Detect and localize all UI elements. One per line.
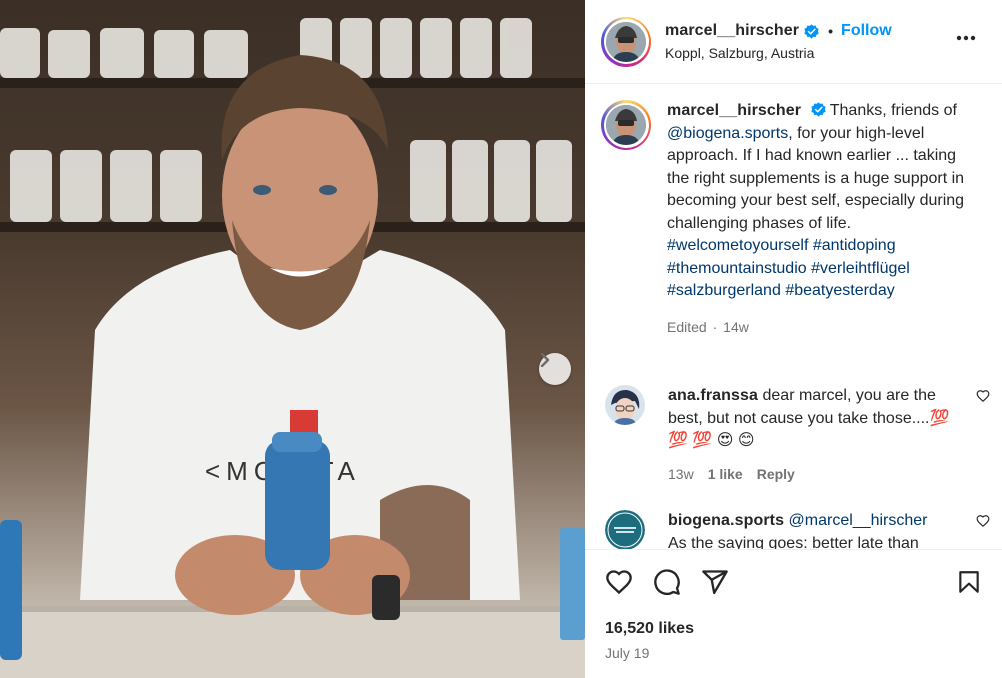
- caption-hashtags: #welcometoyourself #antidoping #themount…: [667, 235, 967, 303]
- carousel-next-button[interactable]: [539, 353, 571, 385]
- comment: ana.franssa dear marcel, you are the bes…: [605, 385, 990, 485]
- comment-body: ana.franssa dear marcel, you are the bes…: [668, 385, 958, 485]
- comment-icon[interactable]: [653, 568, 681, 596]
- commenter-avatar[interactable]: [605, 510, 645, 549]
- follow-button[interactable]: Follow: [841, 22, 892, 40]
- verified-badge-icon: [810, 102, 826, 117]
- hashtag[interactable]: #salzburgerland: [667, 282, 781, 299]
- post-date[interactable]: July 19: [605, 645, 649, 661]
- share-icon[interactable]: [701, 568, 729, 596]
- caption-age[interactable]: 14w: [723, 319, 749, 335]
- comment-like-heart-icon[interactable]: [976, 389, 990, 408]
- caption-text-1: Thanks, friends of: [825, 102, 957, 119]
- hashtag[interactable]: #themountainstudio: [667, 260, 807, 277]
- post-photo-illustration: <MOU TA: [0, 18, 585, 678]
- verified-badge-icon: [804, 23, 819, 39]
- hashtag[interactable]: #welcometoyourself: [667, 237, 808, 254]
- comment: biogena.sports @marcel__hirscher As the …: [605, 510, 990, 549]
- caption-mention[interactable]: @biogena.sports: [667, 125, 788, 142]
- comment-text: As the saying goes: better late than: [668, 534, 919, 550]
- header-separator: •: [828, 23, 834, 39]
- avatar-photo: [605, 510, 645, 549]
- post-actions: 16,520 likes July 19: [585, 549, 1002, 678]
- hashtag[interactable]: #antidoping: [813, 237, 896, 254]
- post-header: marcel__hirscher • Follow Koppl, Salzbur…: [585, 0, 1002, 84]
- heart-icon[interactable]: [605, 568, 633, 596]
- caption-avatar[interactable]: [601, 100, 651, 150]
- avatar-photo: [605, 385, 645, 425]
- comments-section[interactable]: marcel__hirscher Thanks, friends of @bio…: [585, 85, 1002, 549]
- caption-meta: Edited · 14w: [667, 316, 967, 339]
- avatar-photo: [606, 21, 646, 62]
- comment-body: biogena.sports @marcel__hirscher As the …: [668, 510, 958, 549]
- comment-like-heart-icon[interactable]: [976, 514, 990, 533]
- likes-count[interactable]: 16,520 likes: [605, 620, 694, 638]
- comment-age[interactable]: 13w: [668, 463, 694, 486]
- commenter-avatar[interactable]: [605, 385, 645, 425]
- meta-separator: ·: [712, 318, 718, 335]
- comment-likes[interactable]: 1 like: [708, 463, 743, 486]
- chevron-right-icon: [540, 353, 550, 367]
- post-image: <MOU TA: [0, 0, 585, 678]
- reply-button[interactable]: Reply: [757, 463, 795, 486]
- post-location[interactable]: Koppl, Salzburg, Austria: [665, 45, 892, 61]
- post-panel: marcel__hirscher • Follow Koppl, Salzbur…: [585, 0, 1002, 678]
- commenter-username[interactable]: biogena.sports: [668, 512, 784, 529]
- caption-username[interactable]: marcel__hirscher: [667, 102, 801, 119]
- avatar-photo: [606, 105, 646, 145]
- caption: marcel__hirscher Thanks, friends of @bio…: [601, 100, 991, 338]
- commenter-username[interactable]: ana.franssa: [668, 387, 758, 404]
- edited-label: Edited: [667, 318, 707, 335]
- comment-meta: 13w 1 like Reply: [668, 463, 958, 486]
- comment-mention[interactable]: @marcel__hirscher: [789, 512, 928, 529]
- author-username[interactable]: marcel__hirscher: [665, 22, 799, 40]
- author-avatar[interactable]: [601, 16, 651, 67]
- bookmark-icon[interactable]: [956, 568, 982, 601]
- caption-text: marcel__hirscher Thanks, friends of @bio…: [667, 100, 967, 338]
- hashtag[interactable]: #beatyesterday: [785, 282, 894, 299]
- hashtag[interactable]: #verleihtflügel: [811, 260, 910, 277]
- more-options-icon[interactable]: [956, 28, 976, 46]
